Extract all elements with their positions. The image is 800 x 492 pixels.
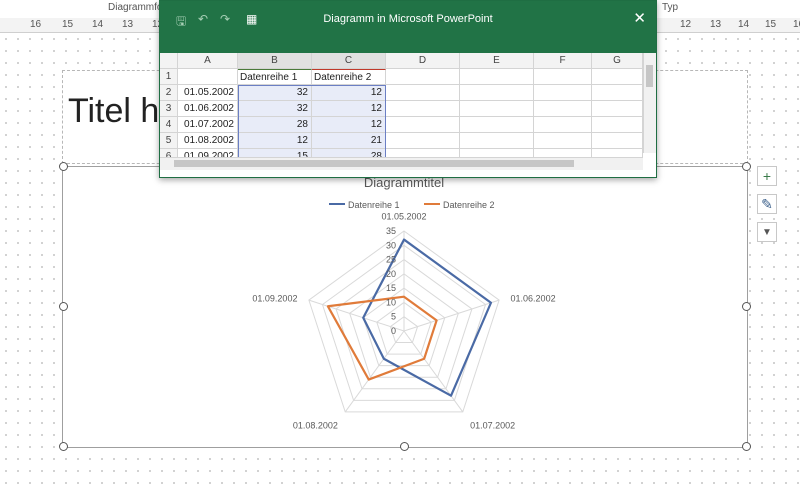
excel-titlebar: 🖫 ↶ ↷ ▦ Diagramm in Microsoft PowerPoint…	[160, 1, 656, 53]
table-cell[interactable]	[460, 117, 534, 133]
excel-data-window[interactable]: 🖫 ↶ ↷ ▦ Diagramm in Microsoft PowerPoint…	[159, 0, 657, 178]
resize-handle[interactable]	[59, 162, 68, 171]
table-cell[interactable]: 32	[238, 101, 312, 117]
horizontal-scrollbar[interactable]	[160, 157, 643, 170]
table-cell[interactable]	[386, 101, 460, 117]
table-cell[interactable]: 01.05.2002	[178, 85, 238, 101]
column-header[interactable]: B	[238, 53, 312, 69]
table-cell[interactable]: 21	[312, 133, 386, 149]
resize-handle[interactable]	[59, 442, 68, 451]
resize-handle[interactable]	[59, 302, 68, 311]
ruler-number: 15	[62, 19, 74, 30]
table-cell[interactable]: 12	[238, 133, 312, 149]
column-header[interactable]: F	[534, 53, 592, 69]
row-header[interactable]: 5	[160, 133, 178, 149]
ruler-number: 15	[765, 19, 777, 30]
table-cell[interactable]	[592, 133, 643, 149]
resize-handle[interactable]	[400, 442, 409, 451]
table-cell[interactable]	[534, 133, 592, 149]
table-cell[interactable]: 32	[238, 85, 312, 101]
table-cell[interactable]: 28	[238, 117, 312, 133]
resize-handle[interactable]	[742, 302, 751, 311]
table-cell[interactable]	[386, 85, 460, 101]
vertical-scrollbar[interactable]	[643, 53, 656, 153]
table-cell[interactable]: 12	[312, 101, 386, 117]
ruler-number: 13	[122, 19, 134, 30]
resize-handle[interactable]	[742, 162, 751, 171]
table-cell[interactable]	[460, 101, 534, 117]
table-cell[interactable]: 01.06.2002	[178, 101, 238, 117]
row-header[interactable]: 2	[160, 85, 178, 101]
column-header[interactable]: A	[178, 53, 238, 69]
table-cell[interactable]	[460, 133, 534, 149]
select-all-corner[interactable]	[160, 53, 178, 69]
title-placeholder-text[interactable]: Titel h	[68, 92, 159, 131]
table-cell[interactable]	[592, 85, 643, 101]
scroll-thumb[interactable]	[646, 65, 653, 87]
chart-frame[interactable]	[62, 166, 748, 448]
column-header[interactable]: C	[312, 53, 386, 69]
table-cell[interactable]	[178, 69, 238, 85]
ruler-number: 14	[92, 19, 104, 30]
column-header[interactable]: E	[460, 53, 534, 69]
table-cell[interactable]	[534, 117, 592, 133]
column-header[interactable]: D	[386, 53, 460, 69]
ruler-number: 13	[710, 19, 722, 30]
row-header[interactable]: 3	[160, 101, 178, 117]
table-cell[interactable]: 12	[312, 117, 386, 133]
table-cell[interactable]	[592, 117, 643, 133]
close-icon[interactable]: ✕	[633, 9, 646, 27]
table-cell[interactable]: Datenreihe 1	[238, 69, 312, 85]
ruler-number: 14	[738, 19, 750, 30]
table-cell[interactable]	[534, 69, 592, 85]
chart-styles-button[interactable]: ✎	[757, 194, 777, 214]
resize-handle[interactable]	[742, 442, 751, 451]
column-header[interactable]: G	[592, 53, 643, 69]
ruler-number: 16	[30, 19, 42, 30]
table-cell[interactable]	[386, 117, 460, 133]
add-chart-element-button[interactable]: +	[757, 166, 777, 186]
table-cell[interactable]	[534, 85, 592, 101]
table-cell[interactable]	[592, 69, 643, 85]
table-cell[interactable]: 01.07.2002	[178, 117, 238, 133]
row-header[interactable]: 1	[160, 69, 178, 85]
table-cell[interactable]: 01.08.2002	[178, 133, 238, 149]
table-cell[interactable]	[592, 101, 643, 117]
ribbon-type-label: Typ	[662, 2, 679, 13]
row-header[interactable]: 4	[160, 117, 178, 133]
ruler-number: 16	[793, 19, 800, 30]
table-cell[interactable]	[386, 133, 460, 149]
table-cell[interactable]	[460, 69, 534, 85]
table-cell[interactable]	[460, 85, 534, 101]
table-cell[interactable]	[386, 69, 460, 85]
chart-filter-button[interactable]: ▼	[757, 222, 777, 242]
table-cell[interactable]: 12	[312, 85, 386, 101]
ruler-number: 12	[680, 19, 692, 30]
excel-window-title: Diagramm in Microsoft PowerPoint	[323, 13, 493, 25]
scroll-thumb[interactable]	[174, 160, 574, 167]
table-cell[interactable]: Datenreihe 2	[312, 69, 386, 85]
table-cell[interactable]	[534, 101, 592, 117]
